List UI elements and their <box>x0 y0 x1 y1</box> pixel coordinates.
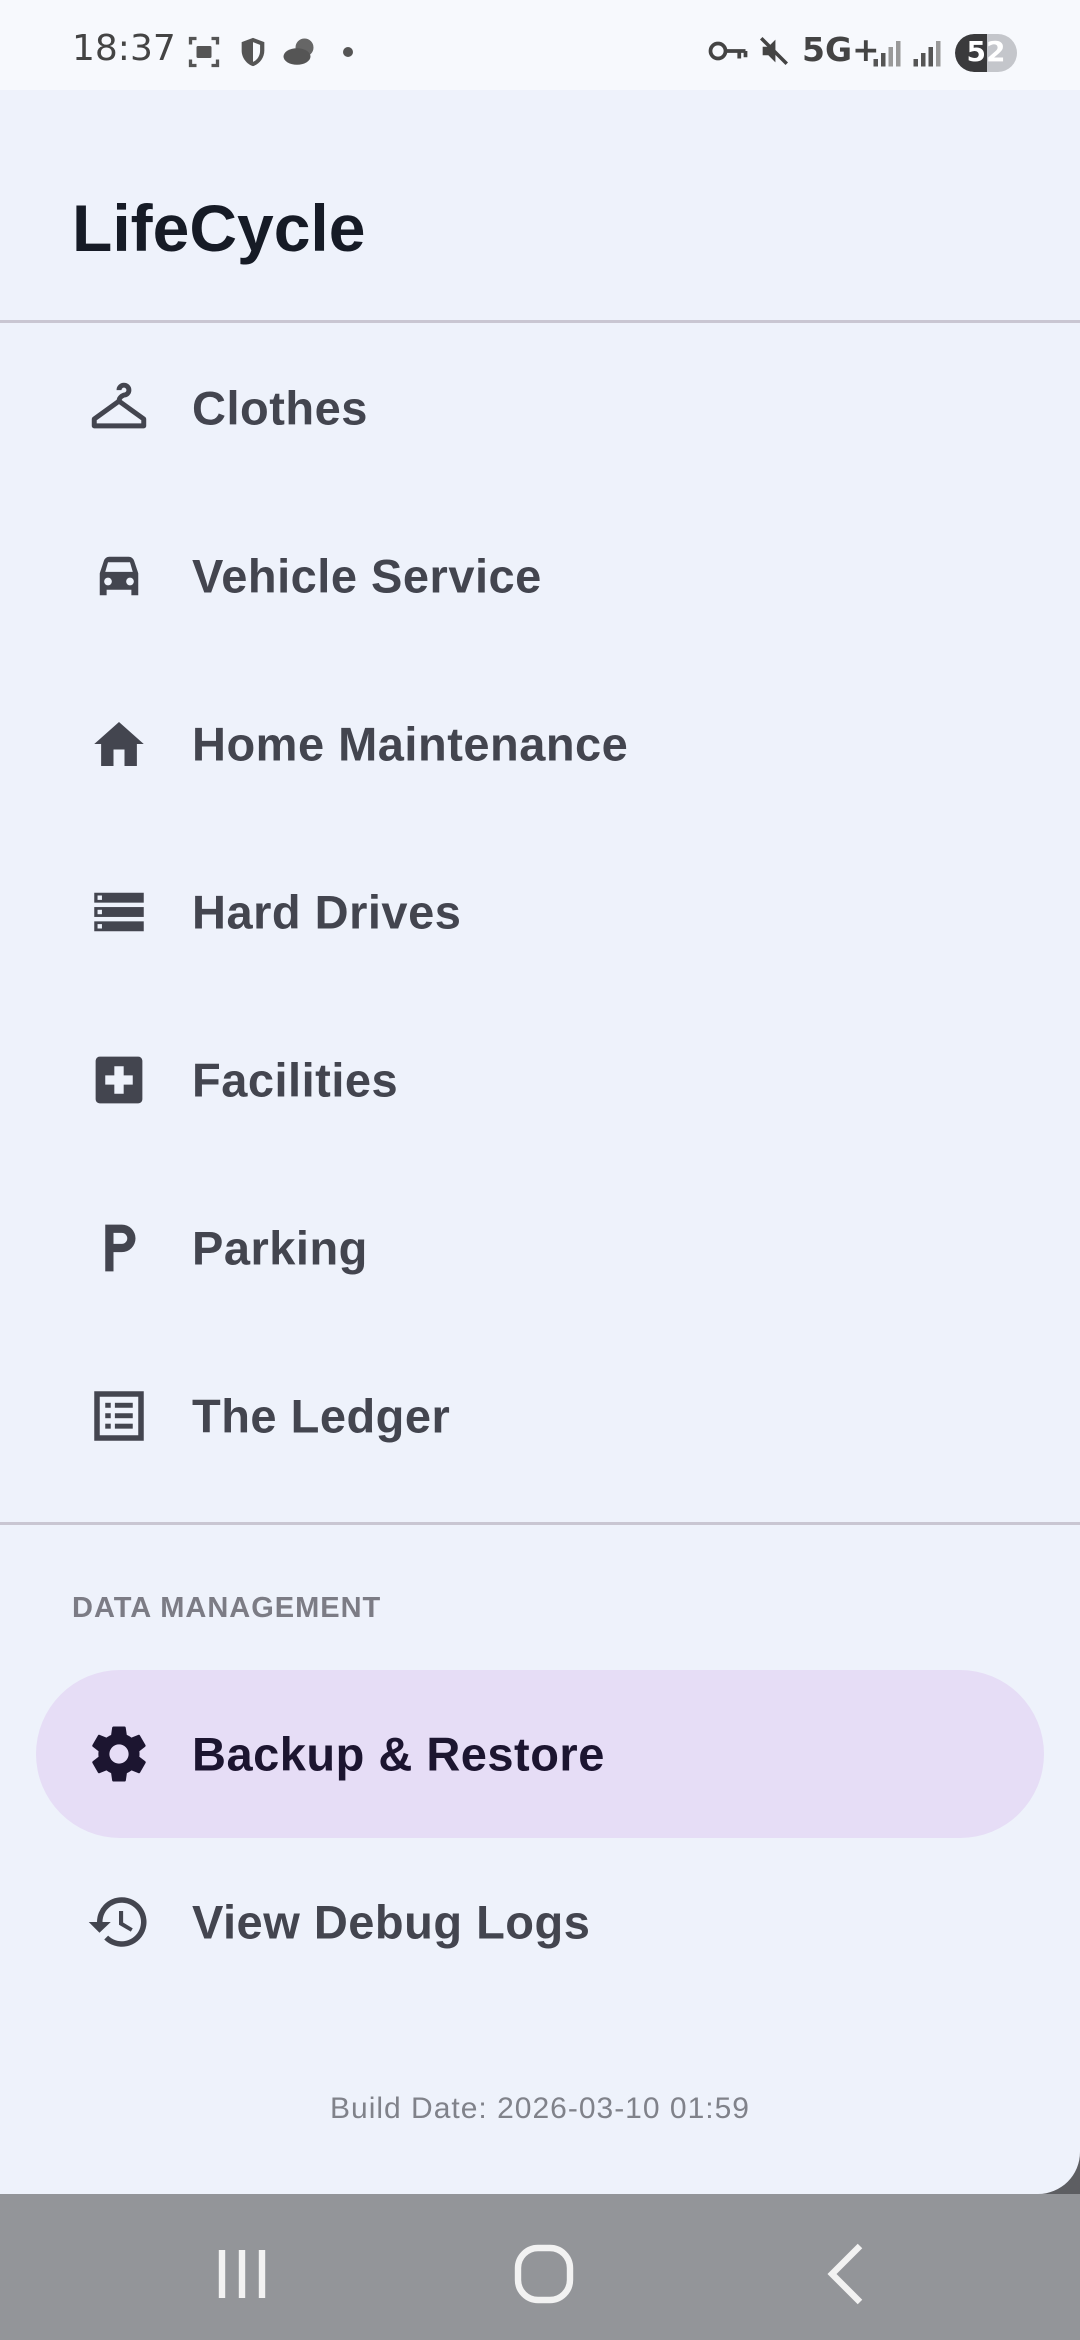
status-time: 18:37 <box>72 28 176 69</box>
nav-item-clothes[interactable]: Clothes <box>36 324 1044 492</box>
nav-item-label: Facilities <box>192 1053 399 1107</box>
nav-item-parking[interactable]: Parking <box>36 1164 1044 1332</box>
nav-item-label: Parking <box>192 1221 368 1275</box>
section-divider <box>0 1522 1080 1525</box>
hanger-icon <box>91 382 147 429</box>
nav-item-backup-restore[interactable]: Backup & Restore <box>36 1670 1044 1838</box>
nav-item-facilities[interactable]: Facilities <box>36 996 1044 1164</box>
shield-icon <box>241 37 265 67</box>
app-title: LifeCycle <box>72 191 366 265</box>
parking-icon <box>105 1224 136 1272</box>
nav-item-label: Clothes <box>192 381 368 435</box>
notification-dot-icon <box>343 47 353 57</box>
gear-icon <box>92 1726 146 1782</box>
nav-item-label: Home Maintenance <box>192 717 629 771</box>
nav-item-the-ledger[interactable]: The Ledger <box>36 1332 1044 1500</box>
recent-apps-icon[interactable] <box>202 2234 282 2314</box>
storage-icon <box>94 892 144 932</box>
system-navigation-bar <box>0 2194 1080 2340</box>
nav-item-hard-drives[interactable]: Hard Drives <box>36 828 1044 996</box>
nav-item-label: View Debug Logs <box>192 1895 591 1949</box>
list-icon <box>94 1391 144 1441</box>
history-icon <box>88 1897 147 1947</box>
status-bar: 18:37 5G+ 52 <box>0 0 1080 90</box>
weather-icon <box>283 38 314 65</box>
section-header-data-management: DATA MANAGEMENT <box>72 1592 382 1624</box>
screenshot-icon <box>188 36 220 68</box>
nav-item-label: Vehicle Service <box>192 549 542 603</box>
signal-icon <box>873 41 901 67</box>
nav-item-label: Hard Drives <box>192 885 462 939</box>
network-type: 5G+ <box>802 30 880 69</box>
battery-level: 52 <box>966 35 1006 68</box>
nav-item-label: The Ledger <box>192 1389 451 1443</box>
nav-item-home-maintenance[interactable]: Home Maintenance <box>36 660 1044 828</box>
home-icon <box>94 722 144 766</box>
nav-item-vehicle-service[interactable]: Vehicle Service <box>36 492 1044 660</box>
nav-item-label: Backup & Restore <box>192 1727 605 1781</box>
navigation-drawer: 18:37 5G+ 52 LifeCycle Clothes Vehicle S… <box>0 0 1080 2194</box>
home-button-icon[interactable] <box>504 2234 584 2314</box>
mute-icon <box>759 36 789 66</box>
build-date: Build Date: 2026-03-10 01:59 <box>330 2092 750 2125</box>
top-divider <box>0 320 1080 323</box>
car-icon <box>99 556 139 596</box>
nav-item-view-debug-logs[interactable]: View Debug Logs <box>36 1838 1044 2006</box>
vpn-key-icon <box>708 41 748 61</box>
back-icon[interactable] <box>808 2234 888 2314</box>
battery-indicator: 52 <box>955 34 1017 72</box>
medical-plus-icon <box>95 1056 143 1104</box>
signal-icon-2 <box>913 41 941 67</box>
